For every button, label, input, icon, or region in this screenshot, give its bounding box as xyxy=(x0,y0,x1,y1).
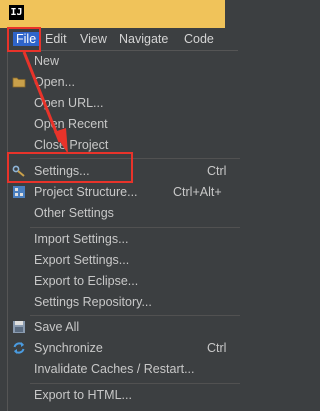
menu-item-open[interactable]: Open... xyxy=(8,72,238,93)
menu-item-label: Open... xyxy=(34,75,75,89)
menu-item-close-project[interactable]: Close Project xyxy=(8,135,238,156)
menu-item-label: Project Structure... xyxy=(34,185,138,199)
menu-item-label: Open URL... xyxy=(34,96,104,110)
menu-item-label: Export Settings... xyxy=(34,253,130,267)
menu-view[interactable]: View xyxy=(80,32,107,46)
menu-item-label: Invalidate Caches / Restart... xyxy=(34,362,195,376)
menu-separator xyxy=(30,158,240,159)
menu-item-label: Settings Repository... xyxy=(34,295,152,309)
settings-wrench-icon xyxy=(12,165,25,177)
menu-item-label: Import Settings... xyxy=(34,232,129,246)
menu-item-export-to-html[interactable]: Export to HTML... xyxy=(8,385,238,406)
menu-bar: File Edit View Navigate Code xyxy=(0,28,225,52)
save-all-icon xyxy=(13,321,25,333)
menu-item-label: Close Project xyxy=(34,138,109,152)
synchronize-icon xyxy=(13,342,25,354)
menu-separator xyxy=(30,227,240,228)
menu-item-export-settings[interactable]: Export Settings... xyxy=(8,250,238,271)
file-menu-dropdown: New Open... Open URL... Open Recent Clos… xyxy=(7,50,240,411)
menu-item-label: Other Settings xyxy=(34,206,114,220)
menu-item-project-structure[interactable]: Project Structure... Ctrl+Alt+ xyxy=(8,182,238,203)
menu-item-new[interactable]: New xyxy=(8,51,238,72)
menu-item-shortcut: Ctrl xyxy=(207,341,227,355)
title-bar: IJ xyxy=(0,0,225,28)
menu-item-shortcut: Ctrl+Alt+ xyxy=(173,185,222,199)
project-structure-icon xyxy=(13,186,25,198)
menu-item-export-to-eclipse[interactable]: Export to Eclipse... xyxy=(8,271,238,292)
menu-item-settings[interactable]: Settings... Ctrl xyxy=(8,161,238,182)
menu-item-label: Synchronize xyxy=(34,341,103,355)
menu-item-synchronize[interactable]: Synchronize Ctrl xyxy=(8,338,238,359)
menu-separator xyxy=(30,315,240,316)
menu-separator xyxy=(30,383,240,384)
menu-item-label: Export to Eclipse... xyxy=(34,274,139,288)
menu-edit[interactable]: Edit xyxy=(45,32,67,46)
menu-item-invalidate-caches[interactable]: Invalidate Caches / Restart... xyxy=(8,359,238,380)
menu-navigate[interactable]: Navigate xyxy=(119,32,168,46)
intellij-app-icon[interactable]: IJ xyxy=(9,5,24,20)
menu-item-open-url[interactable]: Open URL... xyxy=(8,93,238,114)
menu-item-save-all[interactable]: Save All xyxy=(8,317,238,338)
menu-item-label: Settings... xyxy=(34,164,90,178)
menu-code[interactable]: Code xyxy=(184,32,214,46)
menu-item-label: Open Recent xyxy=(34,117,108,131)
menu-item-settings-repository[interactable]: Settings Repository... xyxy=(8,292,238,313)
menu-item-other-settings[interactable]: Other Settings xyxy=(8,203,238,224)
menu-file[interactable]: File xyxy=(13,32,40,46)
menu-item-import-settings[interactable]: Import Settings... xyxy=(8,229,238,250)
folder-icon xyxy=(12,77,26,88)
menu-item-label: Save All xyxy=(34,320,80,334)
menu-item-label: New xyxy=(34,54,60,68)
menu-item-label: Export to HTML... xyxy=(34,388,132,402)
menu-item-open-recent[interactable]: Open Recent xyxy=(8,114,238,135)
menu-item-shortcut: Ctrl xyxy=(207,164,227,178)
